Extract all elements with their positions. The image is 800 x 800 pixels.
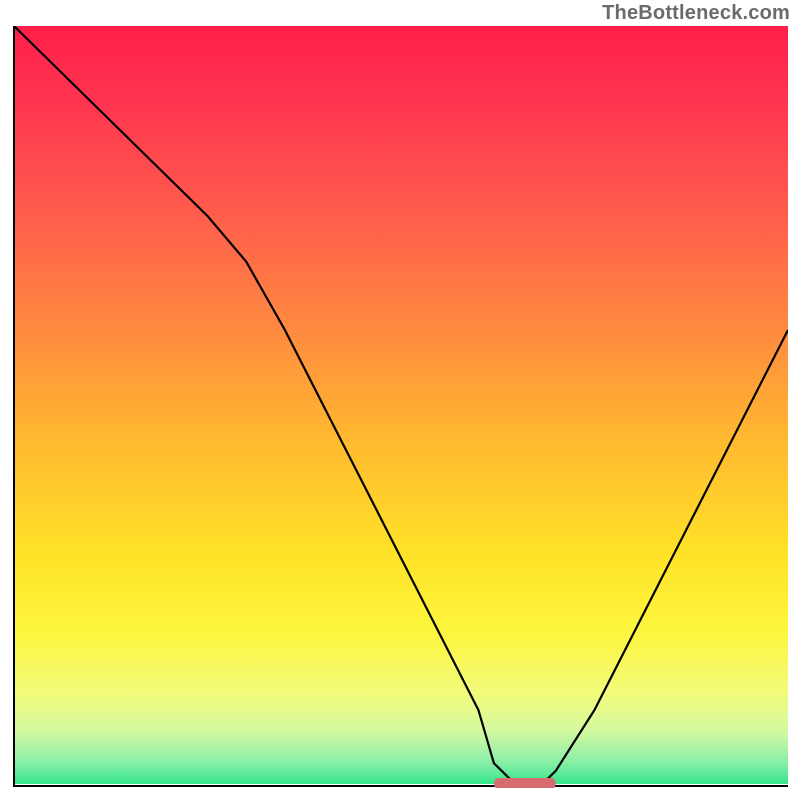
chart-svg xyxy=(12,26,788,788)
plot-area xyxy=(12,26,788,788)
optimal-range-marker xyxy=(494,778,556,788)
watermark-text: TheBottleneck.com xyxy=(602,2,790,25)
chart-frame: TheBottleneck.com xyxy=(0,0,800,800)
